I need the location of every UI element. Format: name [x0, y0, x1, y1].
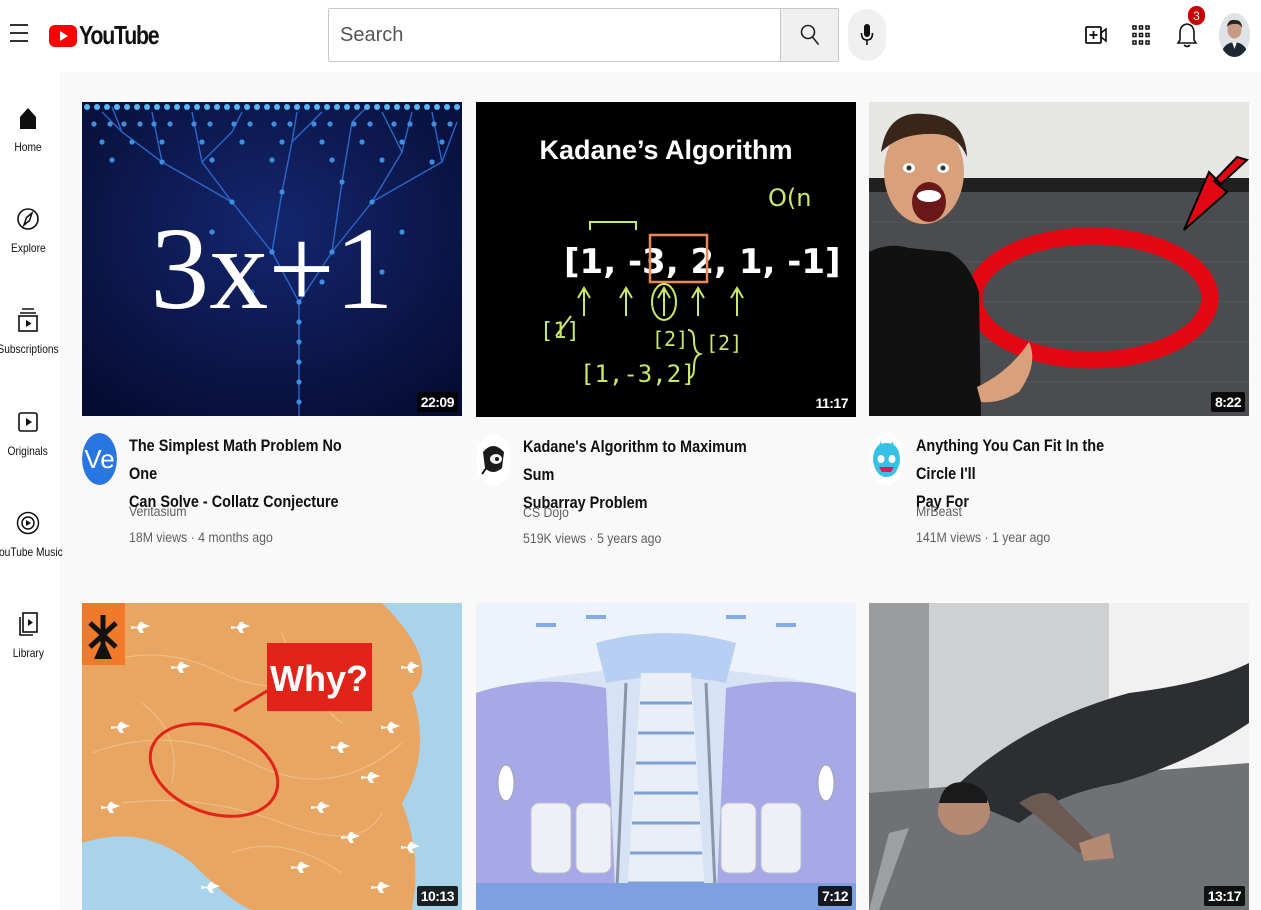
sidebar-item-label: YouTube Music	[0, 545, 63, 559]
video-duration: 8:22	[1210, 392, 1245, 412]
array-text: [1, -3, 2, 1, -1]	[564, 242, 841, 282]
youtube-logo[interactable]: YouTube	[49, 20, 176, 51]
voice-search-button[interactable]	[848, 9, 886, 61]
video-duration: 11:17	[811, 393, 852, 413]
notification-count-badge: 3	[1188, 6, 1205, 25]
top-bar: YouTube Search 3	[0, 0, 1261, 72]
sidebar-item-originals[interactable]: Originals	[0, 408, 56, 488]
thumbnail-title-text: Kadane’s Algorithm	[539, 135, 792, 165]
video-duration: 13:17	[1203, 886, 1245, 906]
home-icon	[20, 108, 36, 129]
originals-icon	[18, 412, 38, 432]
search-box	[328, 8, 780, 62]
video-duration: 10:13	[416, 886, 458, 906]
video-title-line: Anything You Can Fit In the Circle I'll	[916, 436, 1105, 483]
subarray-text: [1,-3,2]	[580, 360, 696, 388]
channel-avatar[interactable]: Ve	[82, 433, 117, 485]
microphone-icon	[860, 24, 874, 45]
user-avatar[interactable]	[1219, 13, 1250, 57]
video-title-line: The Simplest Math Problem No One	[129, 436, 342, 483]
sidebar-item-label: Explore	[10, 241, 46, 255]
bracket-label: [1]	[540, 319, 580, 344]
subscriptions-icon	[18, 308, 38, 332]
video-thumbnail[interactable]: 7:12	[476, 603, 856, 910]
search-input[interactable]	[340, 23, 780, 47]
video-thumbnail[interactable]: Kadane’s Algorithm O(n [1, -3, 2, 1, -1]…	[476, 102, 856, 417]
sidebar-item-label: Home	[14, 140, 42, 154]
video-thumbnail[interactable]: 3x+1 22:09	[82, 102, 462, 416]
circle-challenge-image	[869, 102, 1249, 416]
sidebar-item-subscriptions[interactable]: Subscriptions	[0, 306, 59, 386]
sidebar-item-label: Library	[12, 646, 44, 660]
video-duration: 7:12	[817, 886, 852, 906]
compass-icon	[17, 208, 39, 230]
video-meta: 519K views · 5 years ago	[523, 530, 662, 546]
thumbnail-text: Why?	[270, 658, 368, 699]
thumbnail-text: 3x+1	[150, 203, 394, 334]
sidebar-item-label: Subscriptions	[0, 342, 59, 356]
big-o-text: O(n	[768, 184, 811, 212]
video-card: 7:12	[476, 603, 856, 910]
airplane-interior-image	[476, 603, 856, 910]
video-thumbnail[interactable]: 13:17	[869, 603, 1249, 910]
channel-name[interactable]: MrBeast	[916, 503, 962, 519]
veritasium-logo: Ve	[82, 433, 117, 485]
video-title-line: Kadane's Algorithm to Maximum Sum	[523, 437, 747, 484]
channel-name[interactable]: CS Dojo	[523, 504, 569, 520]
youtube-play-icon	[49, 24, 77, 47]
hamburger-menu-icon[interactable]	[10, 24, 28, 46]
mrbeast-logo	[869, 433, 904, 485]
bell-icon	[1176, 23, 1198, 48]
apps-grid-icon	[1132, 25, 1150, 45]
video-card: 8:22 Anything You Can Fit In the Circle …	[869, 102, 1249, 562]
apps-button[interactable]	[1126, 20, 1156, 50]
logo-text: YouTube	[79, 20, 160, 50]
sidebar-item-library[interactable]: Library	[0, 610, 56, 690]
video-card: Kadane’s Algorithm O(n [1, -3, 2, 1, -1]…	[476, 102, 856, 562]
cs-dojo-logo	[476, 434, 511, 486]
video-card: Why? 10:13	[82, 603, 462, 910]
library-icon	[19, 612, 38, 636]
video-meta: 18M views · 4 months ago	[129, 529, 273, 545]
search-button[interactable]	[780, 8, 839, 62]
sidebar-item-explore[interactable]: Explore	[0, 205, 56, 285]
video-add-icon	[1085, 26, 1107, 44]
video-meta: 141M views · 1 year ago	[916, 529, 1051, 545]
flight-map-image: Why?	[82, 603, 462, 910]
video-card: 13:17	[869, 603, 1249, 910]
pushup-workout-image	[869, 603, 1249, 910]
search-icon	[800, 24, 819, 45]
kadane-chalkboard-image: Kadane’s Algorithm O(n [1, -3, 2, 1, -1]…	[476, 102, 856, 417]
bracket-label: [2]	[706, 331, 742, 355]
svg-text:Ve: Ve	[84, 444, 114, 474]
channel-avatar[interactable]	[476, 434, 511, 486]
video-duration: 22:09	[416, 392, 458, 412]
sidebar-item-youtube-music[interactable]: YouTube Music	[0, 509, 63, 589]
sidebar: Home Explore Subscriptions Originals You…	[0, 72, 63, 910]
avatar-image	[1219, 13, 1250, 57]
sidebar-item-label: Originals	[7, 444, 49, 458]
channel-avatar[interactable]	[869, 433, 904, 485]
video-thumbnail[interactable]: 8:22	[869, 102, 1249, 416]
video-card: 3x+1 22:09 Ve The Simplest Math Problem …	[82, 102, 462, 562]
bracket-label: [2]	[652, 327, 688, 351]
video-thumbnail[interactable]: Why? 10:13	[82, 603, 462, 910]
collatz-tree-image: 3x+1	[82, 102, 462, 416]
music-icon	[16, 511, 40, 535]
sidebar-item-home[interactable]: Home	[0, 104, 56, 184]
create-video-button[interactable]	[1081, 20, 1111, 50]
channel-name[interactable]: Veritasium	[129, 503, 187, 519]
